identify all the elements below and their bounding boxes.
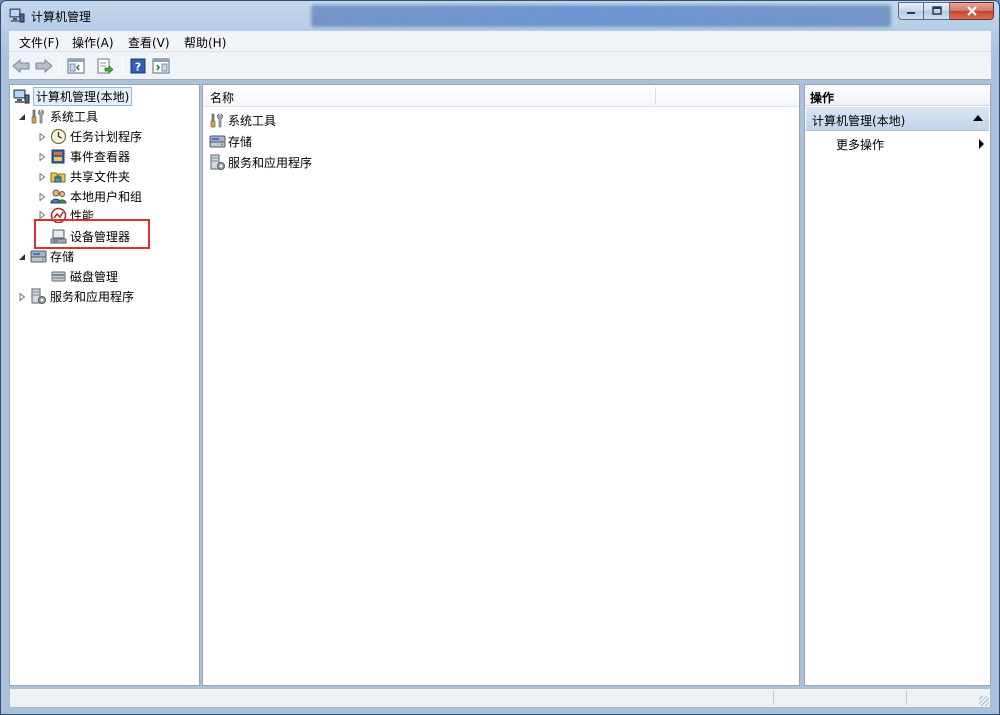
menu-bar: 文件(F) 操作(A) 查看(V) 帮助(H) (9, 31, 991, 52)
expanded-triangle-icon[interactable] (18, 113, 26, 121)
tree-item-shared-folders[interactable]: 共享文件夹 (38, 167, 130, 186)
show-hide-console-tree-icon (67, 58, 85, 74)
results-list-pane: 名称 系统工具 存储 服务和应用程序 (202, 84, 800, 686)
tree-label: 事件查看器 (70, 150, 131, 164)
menu-file[interactable]: 文件(F) (19, 34, 59, 51)
list-item-label: 服务和应用程序 (228, 156, 313, 170)
tree-label: 性能 (70, 208, 95, 223)
submenu-right-arrow-icon[interactable] (979, 139, 984, 149)
performance-icon (50, 207, 67, 223)
tree-item-task-scheduler[interactable]: 任务计划程序 (38, 127, 142, 146)
forward-button[interactable] (33, 56, 55, 76)
services-icon (210, 154, 225, 170)
export-list-icon (97, 58, 114, 74)
list-item-label: 存储 (228, 135, 253, 149)
tree-item-storage[interactable]: 存储 (18, 247, 74, 266)
maximize-button[interactable] (924, 2, 950, 20)
back-button[interactable] (10, 56, 32, 76)
collapsed-triangle-icon[interactable] (38, 211, 46, 219)
tree-label: 磁盘管理 (70, 270, 119, 284)
title-bar[interactable]: 计算机管理 (1, 1, 999, 30)
tree-label: 计算机管理(本地) (33, 87, 133, 106)
tree-item-system-tools[interactable]: 系统工具 (18, 107, 98, 126)
toolbar: ? (9, 52, 991, 80)
tree-label: 任务计划程序 (70, 130, 143, 144)
window-title: 计算机管理 (31, 10, 92, 24)
actions-title: 操作 (810, 91, 835, 105)
resize-grip[interactable] (979, 696, 989, 706)
show-hide-tree-button[interactable] (65, 56, 87, 76)
collapse-up-arrow-icon[interactable] (973, 115, 983, 121)
tree-item-services-applications[interactable]: 服务和应用程序 (18, 287, 134, 306)
device-manager-icon (50, 229, 67, 244)
collapsed-triangle-icon[interactable] (18, 292, 26, 301)
help-icon: ? (130, 58, 146, 74)
toolbar-separator (59, 57, 60, 75)
export-list-button[interactable] (94, 56, 116, 76)
column-separator[interactable] (655, 87, 656, 105)
status-separator (773, 691, 774, 705)
clock-icon (50, 128, 67, 145)
actions-header: 操作 (805, 85, 990, 106)
show-hide-action-pane-button[interactable] (150, 56, 172, 76)
event-viewer-icon (51, 149, 65, 164)
minimize-icon (907, 12, 915, 14)
tree-item-disk-management[interactable]: 磁盘管理 (50, 267, 118, 286)
collapsed-triangle-icon[interactable] (38, 172, 46, 181)
actions-group-label: 计算机管理(本地) (812, 114, 906, 128)
tree-label: 共享文件夹 (70, 170, 131, 184)
shared-folder-icon (50, 172, 66, 183)
minimize-button[interactable] (898, 2, 924, 20)
list-header: 名称 (203, 85, 799, 107)
close-button[interactable] (950, 2, 994, 20)
blurred-background-region (311, 5, 891, 27)
expanded-triangle-icon[interactable] (18, 253, 26, 261)
tree-label: 服务和应用程序 (50, 290, 135, 304)
tree-label: 本地用户和组 (70, 190, 143, 204)
computer-management-icon (9, 8, 25, 23)
storage-icon (30, 250, 47, 263)
computer-management-window: 计算机管理 文件(F) 操作(A) 查看(V) 帮助(H) ? 计算机管理(本地… (0, 0, 1000, 715)
close-icon (966, 6, 977, 16)
console-tree-pane: 计算机管理(本地) 系统工具 任务计划程序 事件查看器 共享文件夹 本地用户和组… (9, 84, 200, 686)
column-header-name[interactable]: 名称 (210, 89, 234, 106)
tree-item-local-users-groups[interactable]: 本地用户和组 (38, 187, 142, 206)
show-hide-action-pane-icon (152, 58, 170, 74)
users-icon (50, 189, 67, 204)
tree-item-event-viewer[interactable]: 事件查看器 (38, 147, 130, 166)
collapsed-triangle-icon[interactable] (38, 132, 46, 141)
tree-item-computer-management-local[interactable]: 计算机管理(本地) (13, 87, 133, 106)
tools-icon (31, 109, 44, 124)
computer-management-icon (13, 89, 30, 104)
tools-icon (210, 113, 223, 128)
svg-text:?: ? (135, 61, 141, 74)
list-item-services-applications[interactable]: 服务和应用程序 (209, 153, 312, 172)
list-item-system-tools[interactable]: 系统工具 (209, 111, 276, 130)
forward-arrow-icon (35, 59, 53, 73)
actions-pane: 操作 计算机管理(本地) 更多操作 (804, 84, 991, 686)
actions-group-computer-management[interactable]: 计算机管理(本地) (806, 107, 989, 131)
help-button[interactable]: ? (127, 56, 149, 76)
more-actions-item[interactable]: 更多操作 (836, 136, 884, 153)
tree-item-performance[interactable]: 性能 (38, 207, 94, 223)
tree-label: 设备管理器 (70, 230, 131, 244)
collapsed-triangle-icon[interactable] (38, 192, 46, 201)
disk-management-icon (51, 271, 66, 282)
menu-help[interactable]: 帮助(H) (184, 34, 226, 51)
tree-label: 系统工具 (50, 110, 99, 124)
menu-action[interactable]: 操作(A) (72, 34, 114, 51)
status-bar (9, 688, 991, 708)
storage-icon (209, 135, 226, 148)
menu-view[interactable]: 查看(V) (128, 34, 170, 51)
services-icon (31, 288, 46, 304)
toolbar-separator (122, 57, 123, 75)
back-arrow-icon (12, 59, 30, 73)
list-item-label: 系统工具 (228, 114, 277, 128)
status-separator (906, 691, 907, 705)
tree-item-device-manager[interactable]: 设备管理器 (50, 227, 130, 246)
maximize-icon (931, 6, 942, 15)
tree-label: 存储 (50, 250, 75, 264)
list-item-storage[interactable]: 存储 (209, 132, 252, 151)
collapsed-triangle-icon[interactable] (38, 152, 46, 161)
